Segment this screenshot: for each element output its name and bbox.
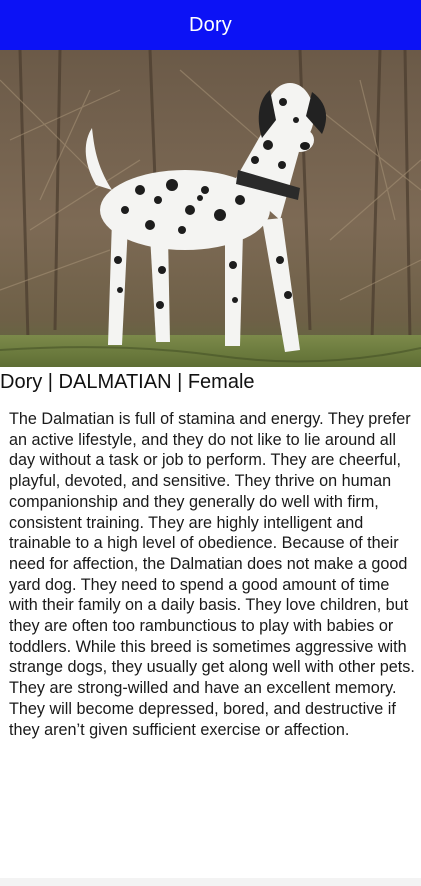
app-bar-title: Dory	[188, 13, 233, 36]
bottom-edge	[0, 878, 421, 886]
breed-description: The Dalmatian is full of stamina and ene…	[9, 410, 415, 739]
app-bar: Dory	[0, 0, 421, 50]
dalmatian-photo	[0, 50, 421, 367]
description-panel: The Dalmatian is full of stamina and ene…	[0, 398, 421, 886]
pet-info-line: Dory | DALMATIAN | Female	[0, 371, 255, 393]
